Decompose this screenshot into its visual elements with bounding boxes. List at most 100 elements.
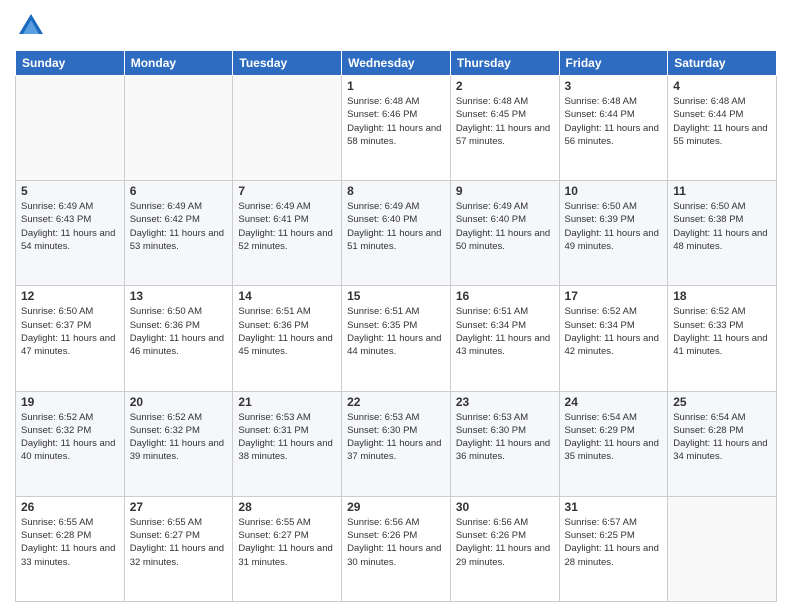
day-info: Sunrise: 6:54 AM Sunset: 6:28 PM Dayligh… — [673, 411, 771, 464]
weekday-header-row: SundayMondayTuesdayWednesdayThursdayFrid… — [16, 51, 777, 76]
day-info: Sunrise: 6:49 AM Sunset: 6:43 PM Dayligh… — [21, 200, 119, 253]
weekday-header-tuesday: Tuesday — [233, 51, 342, 76]
weekday-header-thursday: Thursday — [450, 51, 559, 76]
weekday-header-saturday: Saturday — [668, 51, 777, 76]
calendar-cell: 8 Sunrise: 6:49 AM Sunset: 6:40 PM Daylig… — [342, 181, 451, 286]
day-info: Sunrise: 6:53 AM Sunset: 6:31 PM Dayligh… — [238, 411, 336, 464]
calendar-cell: 14Sunrise: 6:51 AM Sunset: 6:36 PM Dayli… — [233, 286, 342, 391]
day-number: 16 — [456, 289, 554, 303]
calendar-cell: 20Sunrise: 6:52 AM Sunset: 6:32 PM Dayli… — [124, 391, 233, 496]
day-info: Sunrise: 6:57 AM Sunset: 6:25 PM Dayligh… — [565, 516, 663, 569]
calendar-cell: 12Sunrise: 6:50 AM Sunset: 6:37 PM Dayli… — [16, 286, 125, 391]
day-number: 25 — [673, 395, 771, 409]
calendar-cell: 7Sunrise: 6:49 AM Sunset: 6:41 PM Daylig… — [233, 181, 342, 286]
week-row-1: 1Sunrise: 6:48 AM Sunset: 6:46 PM Daylig… — [16, 76, 777, 181]
calendar-cell: 6Sunrise: 6:49 AM Sunset: 6:42 PM Daylig… — [124, 181, 233, 286]
day-number: 24 — [565, 395, 663, 409]
header — [15, 10, 777, 42]
day-info: Sunrise: 6:51 AM Sunset: 6:34 PM Dayligh… — [456, 305, 554, 358]
day-number: 8 — [347, 184, 445, 198]
day-number: 22 — [347, 395, 445, 409]
day-number: 14 — [238, 289, 336, 303]
calendar-cell: 17 Sunrise: 6:52 AM Sunset: 6:34 PM Dayli… — [559, 286, 668, 391]
day-info: Sunrise: 6:51 AM Sunset: 6:35 PM Dayligh… — [347, 305, 445, 358]
day-number: 3 — [565, 79, 663, 93]
calendar-cell — [16, 76, 125, 181]
calendar-cell: 2Sunrise: 6:48 AM Sunset: 6:45 PM Daylig… — [450, 76, 559, 181]
day-info: Sunrise: 6:49 AM Sunset: 6:40 PM Dayligh… — [347, 200, 445, 253]
day-number: 29 — [347, 500, 445, 514]
calendar-cell: 16 Sunrise: 6:51 AM Sunset: 6:34 PM Dayli… — [450, 286, 559, 391]
calendar-cell: 28Sunrise: 6:55 AM Sunset: 6:27 PM Dayli… — [233, 496, 342, 601]
calendar-cell: 18 Sunrise: 6:52 AM Sunset: 6:33 PM Dayli… — [668, 286, 777, 391]
day-info: Sunrise: 6:55 AM Sunset: 6:28 PM Dayligh… — [21, 516, 119, 569]
page: SundayMondayTuesdayWednesdayThursdayFrid… — [0, 0, 792, 612]
weekday-header-sunday: Sunday — [16, 51, 125, 76]
calendar: SundayMondayTuesdayWednesdayThursdayFrid… — [15, 50, 777, 602]
calendar-cell: 19 Sunrise: 6:52 AM Sunset: 6:32 PM Dayli… — [16, 391, 125, 496]
day-info: Sunrise: 6:49 AM Sunset: 6:41 PM Dayligh… — [238, 200, 336, 253]
day-number: 26 — [21, 500, 119, 514]
day-info: Sunrise: 6:48 AM Sunset: 6:44 PM Dayligh… — [565, 95, 663, 148]
calendar-cell: 24 Sunrise: 6:54 AM Sunset: 6:29 PM Dayli… — [559, 391, 668, 496]
day-number: 12 — [21, 289, 119, 303]
calendar-cell — [668, 496, 777, 601]
day-number: 21 — [238, 395, 336, 409]
day-info: Sunrise: 6:52 AM Sunset: 6:33 PM Dayligh… — [673, 305, 771, 358]
week-row-5: 26 Sunrise: 6:55 AM Sunset: 6:28 PM Dayli… — [16, 496, 777, 601]
day-number: 30 — [456, 500, 554, 514]
day-info: Sunrise: 6:50 AM Sunset: 6:36 PM Dayligh… — [130, 305, 228, 358]
day-info: Sunrise: 6:55 AM Sunset: 6:27 PM Dayligh… — [130, 516, 228, 569]
day-info: Sunrise: 6:53 AM Sunset: 6:30 PM Dayligh… — [456, 411, 554, 464]
day-info: Sunrise: 6:56 AM Sunset: 6:26 PM Dayligh… — [347, 516, 445, 569]
calendar-cell: 11 Sunrise: 6:50 AM Sunset: 6:38 PM Dayli… — [668, 181, 777, 286]
day-number: 28 — [238, 500, 336, 514]
calendar-cell: 22Sunrise: 6:53 AM Sunset: 6:30 PM Dayli… — [342, 391, 451, 496]
day-number: 11 — [673, 184, 771, 198]
calendar-cell: 31Sunrise: 6:57 AM Sunset: 6:25 PM Dayli… — [559, 496, 668, 601]
weekday-header-wednesday: Wednesday — [342, 51, 451, 76]
day-number: 15 — [347, 289, 445, 303]
weekday-header-monday: Monday — [124, 51, 233, 76]
day-info: Sunrise: 6:48 AM Sunset: 6:46 PM Dayligh… — [347, 95, 445, 148]
day-info: Sunrise: 6:56 AM Sunset: 6:26 PM Dayligh… — [456, 516, 554, 569]
day-info: Sunrise: 6:50 AM Sunset: 6:39 PM Dayligh… — [565, 200, 663, 253]
day-number: 5 — [21, 184, 119, 198]
calendar-cell: 5 Sunrise: 6:49 AM Sunset: 6:43 PM Daylig… — [16, 181, 125, 286]
day-number: 27 — [130, 500, 228, 514]
calendar-cell — [124, 76, 233, 181]
day-number: 17 — [565, 289, 663, 303]
day-info: Sunrise: 6:48 AM Sunset: 6:45 PM Dayligh… — [456, 95, 554, 148]
day-info: Sunrise: 6:50 AM Sunset: 6:38 PM Dayligh… — [673, 200, 771, 253]
calendar-cell: 1Sunrise: 6:48 AM Sunset: 6:46 PM Daylig… — [342, 76, 451, 181]
day-number: 19 — [21, 395, 119, 409]
day-number: 23 — [456, 395, 554, 409]
week-row-2: 5 Sunrise: 6:49 AM Sunset: 6:43 PM Daylig… — [16, 181, 777, 286]
logo — [15, 10, 51, 42]
day-number: 6 — [130, 184, 228, 198]
weekday-header-friday: Friday — [559, 51, 668, 76]
calendar-cell — [233, 76, 342, 181]
calendar-cell: 26 Sunrise: 6:55 AM Sunset: 6:28 PM Dayli… — [16, 496, 125, 601]
day-info: Sunrise: 6:52 AM Sunset: 6:32 PM Dayligh… — [21, 411, 119, 464]
calendar-cell: 29 Sunrise: 6:56 AM Sunset: 6:26 PM Dayli… — [342, 496, 451, 601]
calendar-cell: 4Sunrise: 6:48 AM Sunset: 6:44 PM Daylig… — [668, 76, 777, 181]
calendar-cell: 13 Sunrise: 6:50 AM Sunset: 6:36 PM Dayli… — [124, 286, 233, 391]
day-number: 20 — [130, 395, 228, 409]
calendar-cell: 15 Sunrise: 6:51 AM Sunset: 6:35 PM Dayli… — [342, 286, 451, 391]
day-number: 4 — [673, 79, 771, 93]
calendar-cell: 21 Sunrise: 6:53 AM Sunset: 6:31 PM Dayli… — [233, 391, 342, 496]
day-info: Sunrise: 6:52 AM Sunset: 6:34 PM Dayligh… — [565, 305, 663, 358]
day-number: 10 — [565, 184, 663, 198]
calendar-cell: 10 Sunrise: 6:50 AM Sunset: 6:39 PM Dayli… — [559, 181, 668, 286]
calendar-cell: 27 Sunrise: 6:55 AM Sunset: 6:27 PM Dayli… — [124, 496, 233, 601]
day-number: 18 — [673, 289, 771, 303]
week-row-4: 19 Sunrise: 6:52 AM Sunset: 6:32 PM Dayli… — [16, 391, 777, 496]
calendar-cell: 30 Sunrise: 6:56 AM Sunset: 6:26 PM Dayli… — [450, 496, 559, 601]
day-info: Sunrise: 6:54 AM Sunset: 6:29 PM Dayligh… — [565, 411, 663, 464]
calendar-cell: 9Sunrise: 6:49 AM Sunset: 6:40 PM Daylig… — [450, 181, 559, 286]
calendar-cell: 23 Sunrise: 6:53 AM Sunset: 6:30 PM Dayli… — [450, 391, 559, 496]
day-number: 13 — [130, 289, 228, 303]
logo-icon — [15, 10, 47, 42]
calendar-cell: 3 Sunrise: 6:48 AM Sunset: 6:44 PM Daylig… — [559, 76, 668, 181]
